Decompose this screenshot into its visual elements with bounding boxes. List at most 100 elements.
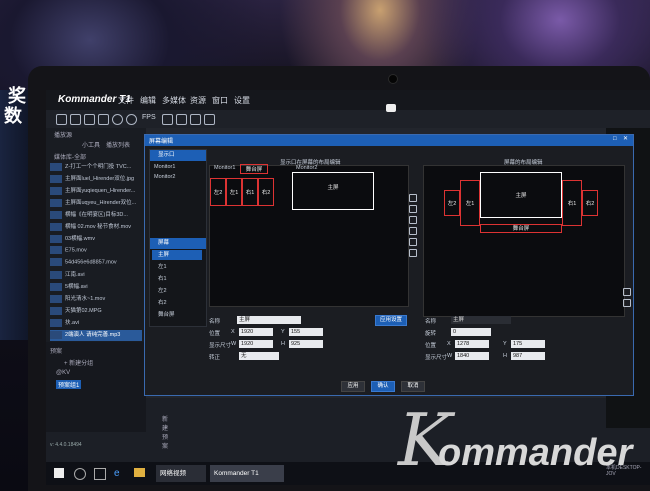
menu-file[interactable]: 文件: [118, 95, 134, 106]
zoom-out-icon[interactable]: [623, 299, 631, 307]
screen-left1[interactable]: 左1: [460, 180, 480, 226]
layers-icon[interactable]: [98, 114, 109, 125]
align-icon[interactable]: [409, 194, 417, 202]
plan-title: 预案: [50, 349, 63, 355]
media-item[interactable]: Z-打工一个个明门投 TVC...: [50, 162, 142, 173]
h-field[interactable]: 925: [289, 340, 323, 348]
search-icon[interactable]: [74, 468, 86, 480]
screen-left2[interactable]: 左2: [444, 190, 460, 216]
media-item[interactable]: 主屏面uqyeu_Hirender双位...: [50, 198, 142, 209]
reset-icon[interactable]: [409, 249, 417, 257]
grid-icon[interactable]: [84, 114, 95, 125]
new-group-button[interactable]: + 新建分组: [64, 358, 93, 367]
screen-right1[interactable]: 右1: [242, 178, 258, 206]
maximize-icon[interactable]: □: [613, 136, 617, 142]
screen-right2[interactable]: 右2: [258, 178, 274, 206]
save-icon[interactable]: [70, 114, 81, 125]
thumbnail: [50, 294, 62, 303]
media-item[interactable]: 主屏面yuqiequen_Hirender...: [50, 186, 142, 197]
menu-edit[interactable]: 编辑: [140, 95, 156, 106]
settings-icon[interactable]: [162, 114, 173, 125]
folder-icon[interactable]: [134, 468, 145, 477]
screen-right1[interactable]: 右1: [562, 180, 582, 226]
tab-screens[interactable]: 屏幕: [150, 238, 206, 249]
screen-item[interactable]: 右1: [152, 274, 202, 284]
ok-button[interactable]: 确认: [371, 381, 395, 392]
name-field[interactable]: 主屏: [237, 316, 301, 324]
remove-icon[interactable]: [126, 114, 137, 125]
taskbar-app-active[interactable]: Kommander T1: [210, 465, 284, 482]
record-icon[interactable]: [204, 114, 215, 125]
media-item[interactable]: 横幅《在明宴区)目标3D...: [50, 210, 142, 221]
screen-item[interactable]: 右2: [152, 298, 202, 308]
screen-right2[interactable]: 右2: [582, 190, 598, 216]
screen-item-selected[interactable]: 主屏: [152, 250, 202, 260]
edge-icon[interactable]: e: [114, 468, 120, 479]
screen-item[interactable]: 舞台屏: [152, 310, 202, 320]
monitor-icon[interactable]: [176, 114, 187, 125]
screen-left1[interactable]: 左1: [226, 178, 242, 206]
zoom-out-icon[interactable]: [409, 238, 417, 246]
x-field[interactable]: 1920: [239, 328, 273, 336]
media-item[interactable]: 扶.avi: [50, 318, 142, 329]
screen-main[interactable]: 主屏: [480, 172, 562, 218]
menu-media[interactable]: 多媒体: [162, 95, 186, 106]
screen-left2[interactable]: 左2: [210, 178, 226, 206]
screen-main[interactable]: 主屏: [292, 172, 374, 210]
stage-screen[interactable]: 舞台屏: [480, 224, 562, 233]
close-icon[interactable]: ✕: [623, 135, 628, 142]
media-item[interactable]: E75.mov: [50, 246, 142, 257]
stage-screen[interactable]: 舞台屏: [240, 164, 268, 174]
cancel-button[interactable]: 取消: [401, 381, 425, 392]
display-layout-canvas[interactable]: 显示口在屏幕的布局编辑 Monitor1 Monitor2 舞台屏 左2 左1 …: [209, 160, 409, 307]
apply-button[interactable]: 应用: [341, 381, 365, 392]
menu-resource[interactable]: 资源: [190, 95, 206, 106]
x-field[interactable]: 1278: [455, 340, 489, 348]
plan-group-selected[interactable]: 预案组1: [56, 380, 82, 389]
menu-window[interactable]: 窗口: [212, 95, 228, 106]
media-item[interactable]: 横幅 02.mov 秘节食材.mov: [50, 222, 142, 233]
fps-button[interactable]: FPS: [142, 114, 156, 121]
media-item-label: 2端演人 请纯完善.mp3: [65, 332, 121, 338]
media-item[interactable]: 阳光清水~1.mov: [50, 294, 142, 305]
tab-playlist[interactable]: 播放列表: [106, 140, 130, 149]
media-item[interactable]: 03横幅.wmv: [50, 234, 142, 245]
name-field[interactable]: 主屏: [451, 316, 511, 324]
y-field[interactable]: 175: [511, 340, 545, 348]
add-icon[interactable]: [112, 114, 123, 125]
media-item-selected[interactable]: 2端演人 请纯完善.mp3: [50, 330, 142, 341]
screen-item[interactable]: 左1: [152, 262, 202, 272]
media-item[interactable]: 54d456e6d8857.mov: [50, 258, 142, 269]
monitor-item[interactable]: Monitor2: [154, 174, 175, 180]
menu-settings[interactable]: 设置: [234, 95, 250, 106]
fit-icon[interactable]: [409, 205, 417, 213]
w-field[interactable]: 1840: [455, 352, 489, 360]
y-label: Y: [503, 341, 507, 347]
tab-sources[interactable]: 播放源: [54, 130, 72, 139]
tab-display-ports[interactable]: 显示口: [150, 150, 206, 161]
screen-layout-canvas[interactable]: 屏幕的布局编辑 左2 左1 主屏 右1 右2 舞台屏: [423, 160, 625, 317]
zoom-in-icon[interactable]: [623, 288, 631, 296]
taskbar-app[interactable]: 网络视频: [156, 465, 206, 482]
media-item[interactable]: 5横幅.avi: [50, 282, 142, 293]
task-view-icon[interactable]: [94, 468, 106, 480]
rotate-select[interactable]: 无: [239, 352, 279, 360]
monitor-item[interactable]: Monitor1: [154, 164, 175, 170]
grid-icon[interactable]: [409, 216, 417, 224]
rotate-field[interactable]: 0: [451, 328, 491, 336]
new-plan-button[interactable]: 新建预案: [162, 414, 168, 450]
y-field[interactable]: 155: [289, 328, 323, 336]
new-icon[interactable]: [56, 114, 67, 125]
tab-tools[interactable]: 小工具: [82, 140, 100, 149]
zoom-in-icon[interactable]: [409, 227, 417, 235]
media-item[interactable]: 江南.avi: [50, 270, 142, 281]
media-item[interactable]: 天猫第02.MPG: [50, 306, 142, 317]
h-field[interactable]: 987: [511, 352, 545, 360]
screen-item[interactable]: 左2: [152, 286, 202, 296]
audio-icon[interactable]: [190, 114, 201, 125]
w-field[interactable]: 1920: [239, 340, 273, 348]
plan-group[interactable]: @KV: [56, 370, 70, 376]
media-item[interactable]: 主屏面luel_Hirender双位.jpg: [50, 174, 142, 185]
windows-start-icon[interactable]: [54, 468, 64, 478]
apply-settings-button[interactable]: 应用设置: [375, 315, 407, 326]
